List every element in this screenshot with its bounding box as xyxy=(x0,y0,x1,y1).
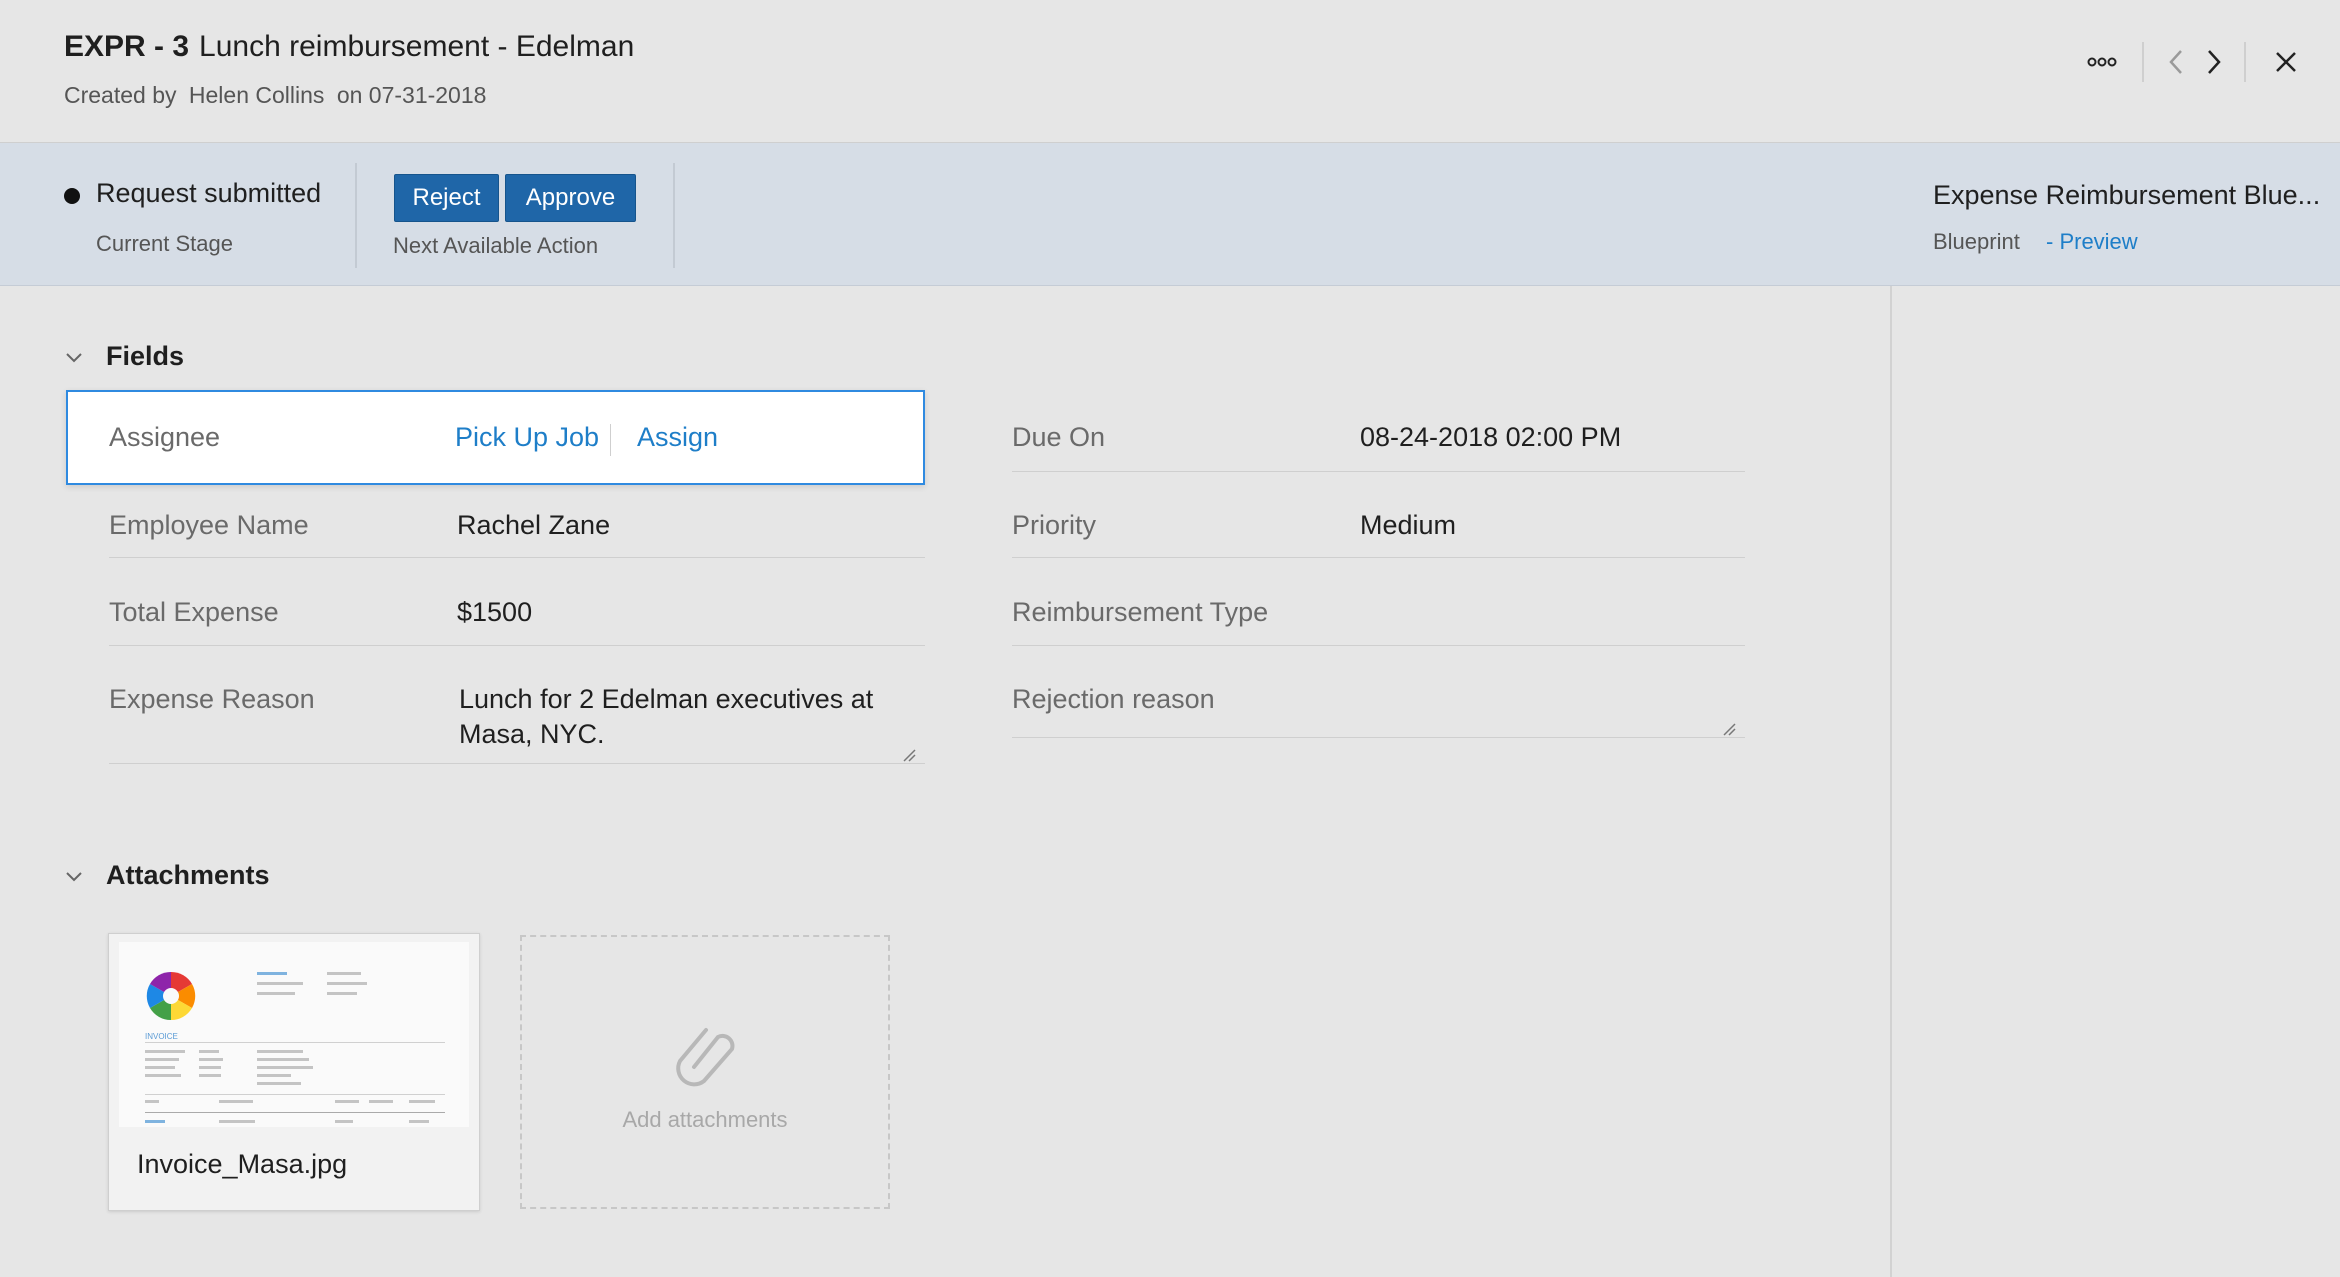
current-stage-value: Request submitted xyxy=(96,178,322,208)
page-title: EXPR - 3 Lunch reimbursement - Edelman xyxy=(64,30,634,64)
created-by-name: Helen Collins xyxy=(188,82,325,108)
field-divider xyxy=(1012,471,1745,472)
record-meta: Created by Helen Collins on 07-31-2018 xyxy=(64,82,492,109)
invoice-logo-icon xyxy=(146,971,196,1021)
chevron-right-icon[interactable] xyxy=(2192,40,2236,84)
resize-handle-icon[interactable] xyxy=(1722,722,1736,736)
more-icon[interactable] xyxy=(2080,40,2124,84)
field-value-expense-reason[interactable]: Lunch for 2 Edelman executives at Masa, … xyxy=(459,682,889,752)
field-label-reimbursement-type: Reimbursement Type xyxy=(1012,597,1269,627)
field-label-rejection-reason: Rejection reason xyxy=(1012,684,1215,714)
field-label-assignee: Assignee xyxy=(109,422,221,452)
blueprint-name: Expense Reimbursement Blue... xyxy=(1933,180,2321,210)
header-actions xyxy=(2060,40,2340,84)
field-value-employee-name[interactable]: Rachel Zane xyxy=(457,510,610,541)
field-divider xyxy=(109,557,925,558)
field-divider xyxy=(109,763,925,764)
invoice-thumb-heading: INVOICE xyxy=(145,1032,178,1041)
fields-section-title: Fields xyxy=(106,341,185,371)
paperclip-icon xyxy=(676,1028,735,1087)
chevron-down-icon xyxy=(66,353,82,363)
blueprint-divider xyxy=(673,163,675,268)
field-label-total-expense: Total Expense xyxy=(109,597,279,627)
header-divider xyxy=(2142,42,2144,82)
fields-section-header[interactable]: Fields xyxy=(62,341,184,372)
current-stage-label: Current Stage xyxy=(96,231,233,256)
field-value-priority[interactable]: Medium xyxy=(1360,510,1456,541)
field-divider xyxy=(1012,737,1745,738)
close-icon[interactable] xyxy=(2264,40,2308,84)
chevron-down-icon xyxy=(66,872,82,882)
blueprint-label: Blueprint xyxy=(1933,229,2020,254)
attachment-thumbnail: INVOICE xyxy=(119,942,469,1127)
field-divider xyxy=(1012,557,1745,558)
next-action-label: Next Available Action xyxy=(393,233,599,258)
reject-button[interactable]: Reject xyxy=(394,174,499,222)
field-value-due-on[interactable]: 08-24-2018 02:00 PM xyxy=(1360,422,1621,453)
add-attachments-button[interactable]: Add attachments xyxy=(520,935,890,1209)
field-divider xyxy=(1012,645,1745,646)
stage-indicator-icon xyxy=(64,188,80,204)
field-divider xyxy=(109,645,925,646)
record-header: EXPR - 3 Lunch reimbursement - Edelman Cr… xyxy=(0,0,2340,143)
field-value-total-expense[interactable]: $1500 xyxy=(457,597,532,628)
approve-button[interactable]: Approve xyxy=(505,174,636,222)
blueprint-bar xyxy=(0,143,2340,286)
right-panel xyxy=(1890,286,2340,1277)
field-label-priority: Priority xyxy=(1012,510,1097,540)
created-by-prefix: Created by xyxy=(64,82,177,108)
header-divider xyxy=(2244,42,2246,82)
attachments-section-title: Attachments xyxy=(106,860,270,890)
attachment-card[interactable]: INVOICE Invoice_Masa.jpg xyxy=(108,933,480,1211)
link-divider xyxy=(610,424,611,456)
field-label-expense-reason: Expense Reason xyxy=(109,684,315,714)
blueprint-divider xyxy=(355,163,357,268)
created-on: on 07-31-2018 xyxy=(336,82,487,108)
record-title: Lunch reimbursement - Edelman xyxy=(199,30,635,63)
attachments-section-header[interactable]: Attachments xyxy=(62,860,270,891)
pick-up-job-link[interactable]: Pick Up Job xyxy=(455,422,599,453)
resize-handle-icon[interactable] xyxy=(902,748,916,762)
add-attachments-label: Add attachments xyxy=(622,1107,788,1132)
assign-link[interactable]: Assign xyxy=(637,422,718,453)
attachment-file-name[interactable]: Invoice_Masa.jpg xyxy=(137,1149,347,1180)
field-label-employee-name: Employee Name xyxy=(109,510,309,540)
blueprint-preview-link[interactable]: - Preview xyxy=(2046,229,2138,255)
record-id: EXPR - 3 xyxy=(64,30,190,63)
field-label-due-on: Due On xyxy=(1012,422,1106,452)
